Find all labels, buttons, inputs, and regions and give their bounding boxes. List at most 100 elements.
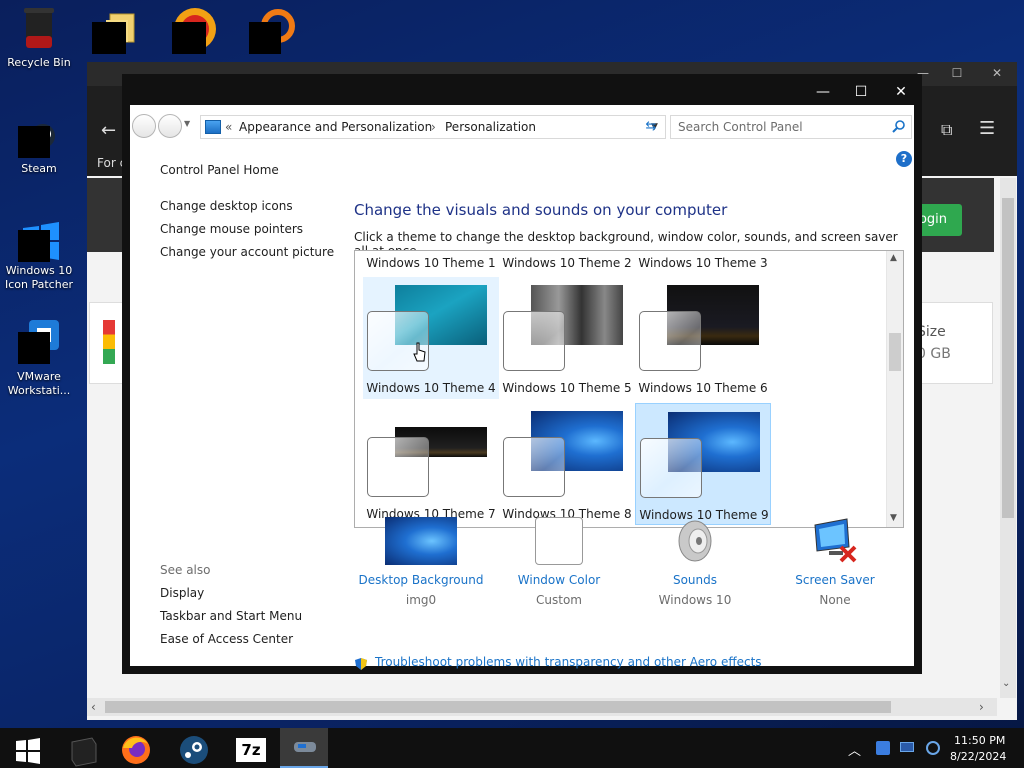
desktop-background-item[interactable]: Desktop Background img0 <box>356 517 486 607</box>
screen-saver-value: None <box>819 593 851 607</box>
minimize-icon[interactable]: — <box>806 80 840 104</box>
breadcrumb-personalization[interactable]: Personalization <box>445 120 536 134</box>
theme-color-swatch <box>640 438 702 498</box>
redacted-block <box>18 230 50 262</box>
scroll-thumb[interactable] <box>105 701 891 713</box>
scroll-down-icon[interactable]: ⌄ <box>1002 678 1014 690</box>
help-icon[interactable]: ? <box>896 151 912 167</box>
recycle-bin-icon <box>19 6 59 48</box>
background-horizontal-scrollbar[interactable]: ‹ › <box>87 698 997 716</box>
close-icon[interactable]: ✕ <box>983 66 1011 82</box>
network-icon[interactable] <box>900 742 914 752</box>
desktop-icon-label: VMware Workstati... <box>7 370 71 397</box>
see-also-display[interactable]: Display <box>160 586 204 600</box>
scroll-thumb[interactable] <box>1002 198 1014 518</box>
menu-icon[interactable]: ☰ <box>979 118 995 139</box>
screen-saver-link[interactable]: Screen Saver <box>770 573 900 587</box>
scroll-up-icon[interactable]: ▲ <box>890 253 897 263</box>
theme-tile-9[interactable]: Windows 10 Theme 9 <box>635 403 771 525</box>
desktop-background-value: img0 <box>405 593 437 607</box>
theme-tile-8[interactable]: Windows 10 Theme 8 <box>499 403 635 525</box>
theme-label[interactable]: Windows 10 Theme 1 <box>363 256 499 270</box>
extensions-icon[interactable]: ⧉ <box>941 120 952 140</box>
theme-color-swatch <box>639 311 701 371</box>
control-panel-window[interactable]: ▼ « Appearance and Personalization › Per… <box>122 74 922 674</box>
address-bar[interactable]: « Appearance and Personalization › Perso… <box>200 115 666 139</box>
redacted-block <box>18 126 50 158</box>
steam-icon[interactable] <box>170 732 218 768</box>
desktop-background-link[interactable]: Desktop Background <box>356 573 486 587</box>
desktop-icon-vmware[interactable]: VMware Workstati... <box>1 318 77 398</box>
see-also-taskbar[interactable]: Taskbar and Start Menu <box>160 609 302 623</box>
start-icon[interactable] <box>4 732 52 768</box>
maximize-icon[interactable]: ☐ <box>844 80 878 104</box>
7zip-icon[interactable]: 7z <box>226 732 274 768</box>
back-button[interactable] <box>132 114 156 138</box>
desktop-icon-steam[interactable]: Steam <box>1 118 77 176</box>
theme-tile-7[interactable]: Windows 10 Theme 7 <box>363 403 499 525</box>
desktop-icon-recycle-bin[interactable]: Recycle Bin <box>1 6 77 70</box>
control-panel-body: ▼ « Appearance and Personalization › Per… <box>130 105 914 670</box>
theme-tile-4[interactable]: Windows 10 Theme 4 <box>363 277 499 399</box>
control-panel-icon <box>205 120 221 134</box>
taskbar: 7z ︿ 11:50 PM 8/22/2024 <box>0 728 1024 768</box>
vmware-icon[interactable] <box>280 728 328 768</box>
search-icon[interactable] <box>891 119 907 135</box>
recent-pages-icon[interactable]: ▼ <box>184 119 190 128</box>
terminal-icon[interactable] <box>58 732 106 768</box>
redacted-block <box>249 22 281 54</box>
see-also-ease-of-access[interactable]: Ease of Access Center <box>160 632 293 646</box>
desktop-background-preview[interactable] <box>385 517 457 565</box>
theme-tile-6[interactable]: Windows 10 Theme 6 <box>635 277 771 399</box>
search-input[interactable]: Search Control Panel <box>670 115 912 139</box>
steam-icon <box>18 118 59 158</box>
back-arrow-icon[interactable]: ← <box>101 120 116 141</box>
screen-saver-item[interactable]: Screen Saver None <box>770 517 900 607</box>
tray-app-icon[interactable] <box>876 741 890 755</box>
screen-saver-icon[interactable] <box>811 517 859 565</box>
search-placeholder: Search Control Panel <box>678 120 803 134</box>
speaker-icon[interactable] <box>671 517 719 565</box>
desktop-icon-label: Windows 10 Icon Patcher <box>5 264 73 291</box>
troubleshoot-link[interactable]: Troubleshoot problems with transparency … <box>375 655 762 669</box>
window-color-swatch[interactable] <box>535 517 583 565</box>
window-color-item[interactable]: Window Color Custom <box>494 517 624 607</box>
tray-overflow-icon[interactable]: ︿ <box>848 740 861 768</box>
sounds-item[interactable]: Sounds Windows 10 <box>630 517 760 607</box>
breadcrumb-appearance[interactable]: Appearance and Personalization <box>239 120 432 134</box>
scroll-right-icon[interactable]: › <box>979 700 984 714</box>
window-color-link[interactable]: Window Color <box>494 573 624 587</box>
desktop-icon-icon-patcher[interactable]: Windows 10 Icon Patcher <box>1 220 77 292</box>
vmware-icon <box>18 318 59 364</box>
redacted-block <box>172 22 206 54</box>
theme-label[interactable]: Windows 10 Theme 2 <box>499 256 635 270</box>
redacted-block <box>18 332 50 364</box>
scroll-left-icon[interactable]: ‹ <box>91 700 96 714</box>
scroll-thumb[interactable] <box>889 333 901 371</box>
theme-color-swatch <box>367 437 429 497</box>
page-title: Change the visuals and sounds on your co… <box>354 201 728 219</box>
firefox-icon[interactable] <box>112 732 160 768</box>
maximize-icon[interactable]: ☐ <box>943 66 971 82</box>
refresh-icon[interactable]: ⇆ <box>640 115 662 139</box>
sidebar-change-mouse-pointers[interactable]: Change mouse pointers <box>160 222 303 236</box>
theme-label: Windows 10 Theme 5 <box>502 381 632 395</box>
sidebar-control-panel-home[interactable]: Control Panel Home <box>160 163 279 177</box>
theme-label[interactable]: Windows 10 Theme 3 <box>635 256 771 270</box>
theme-list-scrollbar[interactable]: ▲ ▼ <box>886 251 903 527</box>
see-also-title: See also <box>160 563 211 577</box>
mouse-cursor-icon <box>413 341 427 362</box>
sounds-link[interactable]: Sounds <box>630 573 760 587</box>
clock-date[interactable]: 8/22/2024 <box>950 750 1006 768</box>
sidebar-change-account-picture[interactable]: Change your account picture <box>160 245 334 259</box>
background-vertical-scrollbar[interactable]: ⌄ <box>1000 178 1016 698</box>
theme-color-swatch <box>503 311 565 371</box>
close-icon[interactable]: ✕ <box>884 80 918 104</box>
theme-list[interactable]: Windows 10 Theme 1 Windows 10 Theme 2 Wi… <box>354 250 904 528</box>
theme-tile-5[interactable]: Windows 10 Theme 5 <box>499 277 635 399</box>
sidebar-change-desktop-icons[interactable]: Change desktop icons <box>160 199 293 213</box>
tray-globe-icon[interactable] <box>926 741 940 755</box>
theme-label: Windows 10 Theme 4 <box>366 381 496 395</box>
sounds-value: Windows 10 <box>658 593 732 607</box>
forward-button[interactable] <box>158 114 182 138</box>
